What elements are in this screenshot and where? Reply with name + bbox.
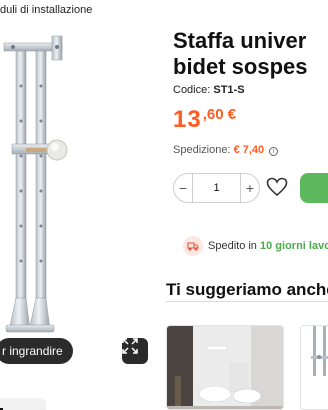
qty-increase-button[interactable]: + [241,180,259,196]
breadcrumb[interactable]: duli di installazione [0,4,92,16]
wishlist-heart-icon[interactable] [266,177,288,202]
product-code: Codice: ST1-S [173,84,245,96]
product-image [3,35,68,333]
truck-icon [183,236,203,256]
delivery-days: 10 giorni lavora [260,240,328,252]
expand-icon[interactable] [122,338,148,364]
quantity-stepper: − 1 + [173,173,260,203]
delivery-prefix: Spedito in [208,240,257,252]
suggestions-heading: Ti suggeriamo anche [166,280,328,299]
product-code-value: ST1-S [213,84,245,96]
price-decimal: ,60 € [202,106,237,123]
product-gallery[interactable]: r ingrandire [0,26,158,410]
qty-decrease-button[interactable]: − [174,180,192,196]
shipping-label: Spedizione: [173,144,231,156]
suggested-product-image-2 [301,326,328,409]
divider [166,301,328,302]
add-to-cart-button[interactable] [300,173,328,203]
product-title: Staffa univer bidet sospes [173,28,307,80]
thumbnail-strip[interactable] [0,398,46,410]
delivery-info: Spedito in 10 giorni lavora [208,240,328,252]
quantity-input[interactable]: 1 [192,174,241,202]
price-integer: 13 [173,106,202,133]
suggested-product-card-2[interactable] [300,325,328,410]
shipping-cost: Spedizione: € 7,40 i [173,144,279,156]
product-title-line2: bidet sospes [173,54,308,79]
product-title-line1: Staffa univer [173,28,307,53]
product-code-label: Codice: [173,84,211,96]
suggested-product-image [167,326,283,409]
suggested-product-card[interactable] [166,325,284,410]
price: 13,60 € [173,106,236,134]
shipping-amount: € 7,40 [233,144,265,156]
zoom-hint[interactable]: r ingrandire [0,338,73,364]
info-icon[interactable]: i [269,147,279,156]
